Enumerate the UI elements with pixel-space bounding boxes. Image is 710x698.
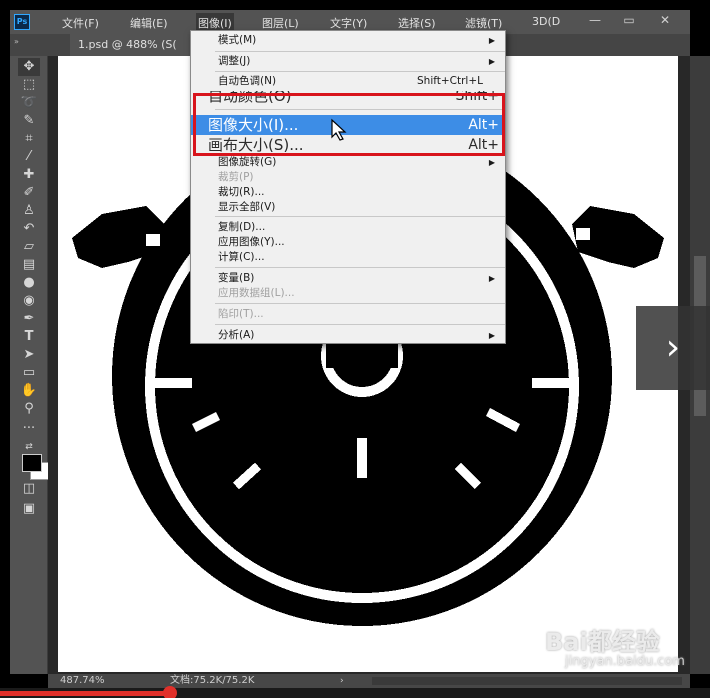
brush-tool-icon[interactable]: ✐ [18, 184, 40, 202]
menu-item-reveal-all[interactable]: 显示全部(V) [191, 200, 505, 215]
submenu-arrow-icon: ▶ [488, 57, 495, 66]
submenu-arrow-icon: ▶ [488, 36, 495, 45]
menu-item-trim[interactable]: 裁切(R)... [191, 185, 505, 200]
baidu-watermark: Bai都经验 jingyan.baidu.com [545, 622, 685, 669]
zoom-level[interactable]: 487.74% [60, 674, 105, 688]
menu-file[interactable]: 文件(F) [62, 15, 99, 31]
collapse-panels-icon[interactable]: » [14, 37, 19, 46]
clone-stamp-tool-icon[interactable]: ♙ [18, 202, 40, 220]
menu-divider [215, 267, 505, 268]
menu-divider [215, 303, 505, 304]
menu-divider [215, 51, 505, 52]
menu-item-duplicate[interactable]: 复制(D)... [191, 220, 505, 235]
minimize-button[interactable]: — [584, 12, 606, 28]
hand-tool-icon[interactable]: ✋ [18, 382, 40, 400]
menu-item-mode[interactable]: 模式(M) ▶ [191, 33, 505, 48]
status-bar: 487.74% 文档:75.2K/75.2K › [48, 674, 690, 688]
tools-panel: ✥ ⬚ ➰ ✎ ⌗ ⁄ ✚ ✐ ♙ ↶ ▱ ▤ ● ◉ ✒ T ➤ ▭ ✋ ⚲ … [10, 56, 50, 674]
menu-item-analysis[interactable]: 分析(A) ▶ [191, 328, 505, 343]
status-menu-arrow-icon[interactable]: › [340, 674, 344, 688]
close-button[interactable]: ✕ [654, 12, 676, 28]
mouse-cursor-icon [331, 118, 347, 141]
move-tool-icon[interactable]: ✥ [18, 58, 40, 76]
horizontal-scrollbar[interactable] [372, 677, 682, 685]
pen-tool-icon[interactable]: ✒ [18, 310, 40, 328]
gradient-tool-icon[interactable]: ▤ [18, 256, 40, 274]
menu-item-auto-tone[interactable]: 自动色调(N) Shift+Ctrl+L [191, 74, 505, 89]
restore-button[interactable]: ▭ [618, 12, 640, 28]
menu-divider [215, 71, 505, 72]
menu-divider [215, 216, 505, 217]
video-progress-fill [0, 691, 171, 696]
eraser-tool-icon[interactable]: ▱ [18, 238, 40, 256]
photoshop-logo-icon: Ps [14, 14, 30, 30]
menu-divider [215, 324, 505, 325]
zoom-tool-icon[interactable]: ⚲ [18, 400, 40, 418]
menu-item-trap: 陷印(T)... [218, 308, 264, 320]
dodge-tool-icon[interactable]: ◉ [18, 292, 40, 310]
menu-3d[interactable]: 3D(D [532, 15, 560, 28]
menu-edit[interactable]: 编辑(E) [130, 15, 168, 31]
history-brush-tool-icon[interactable]: ↶ [18, 220, 40, 238]
marquee-tool-icon[interactable]: ⬚ [18, 76, 40, 94]
menu-item-image-rotation[interactable]: 图像旋转(G) ▶ [191, 155, 505, 170]
baidu-jingyan-logo: Bai都经验 [545, 628, 660, 656]
menu-item-apply-data-set: 应用数据组(L)... [218, 287, 295, 299]
menu-item-variables[interactable]: 变量(B) ▶ [191, 271, 505, 286]
menu-item-calculations[interactable]: 计算(C)... [191, 250, 505, 265]
document-size: 文档:75.2K/75.2K [170, 675, 255, 686]
shape-tool-icon[interactable]: ▭ [18, 364, 40, 382]
blur-tool-icon[interactable]: ● [18, 274, 40, 292]
path-selection-tool-icon[interactable]: ➤ [18, 346, 40, 364]
menu-item-apply-image[interactable]: 应用图像(Y)... [191, 235, 505, 250]
more-tools-icon[interactable]: ··· [18, 420, 40, 438]
menu-layer[interactable]: 图层(L) [262, 15, 299, 31]
submenu-arrow-icon: ▶ [488, 158, 495, 167]
next-slide-button[interactable]: › [636, 306, 710, 390]
menu-type[interactable]: 文字(Y) [330, 15, 367, 31]
healing-brush-tool-icon[interactable]: ✚ [18, 166, 40, 184]
submenu-arrow-icon: ▶ [488, 331, 495, 340]
menu-select[interactable]: 选择(S) [398, 15, 436, 31]
submenu-arrow-icon: ▶ [488, 274, 495, 283]
top-strip [0, 0, 710, 10]
menu-filter[interactable]: 滤镜(T) [465, 15, 502, 31]
watermark-url: jingyan.baidu.com [565, 654, 685, 669]
type-tool-icon[interactable]: T [18, 328, 40, 346]
eyedropper-tool-icon[interactable]: ⁄ [18, 148, 40, 166]
video-progress-knob[interactable] [163, 686, 178, 698]
screen-mode-icon[interactable]: ▣ [18, 500, 40, 518]
foreground-color-swatch[interactable] [22, 454, 42, 472]
quick-select-tool-icon[interactable]: ✎ [18, 112, 40, 130]
video-progress-bar[interactable] [0, 686, 710, 698]
menu-item-adjustments[interactable]: 调整(J) ▶ [191, 54, 505, 69]
quick-mask-icon[interactable]: ◫ [18, 480, 40, 498]
image-menu-dropdown: 模式(M) ▶ 调整(J) ▶ 自动色调(N) Shift+Ctrl+L 自动颜色(O… [190, 30, 506, 344]
crop-tool-icon[interactable]: ⌗ [18, 130, 40, 148]
lasso-tool-icon[interactable]: ➰ [18, 94, 40, 112]
menu-item-crop: 裁剪(P) [218, 171, 254, 183]
